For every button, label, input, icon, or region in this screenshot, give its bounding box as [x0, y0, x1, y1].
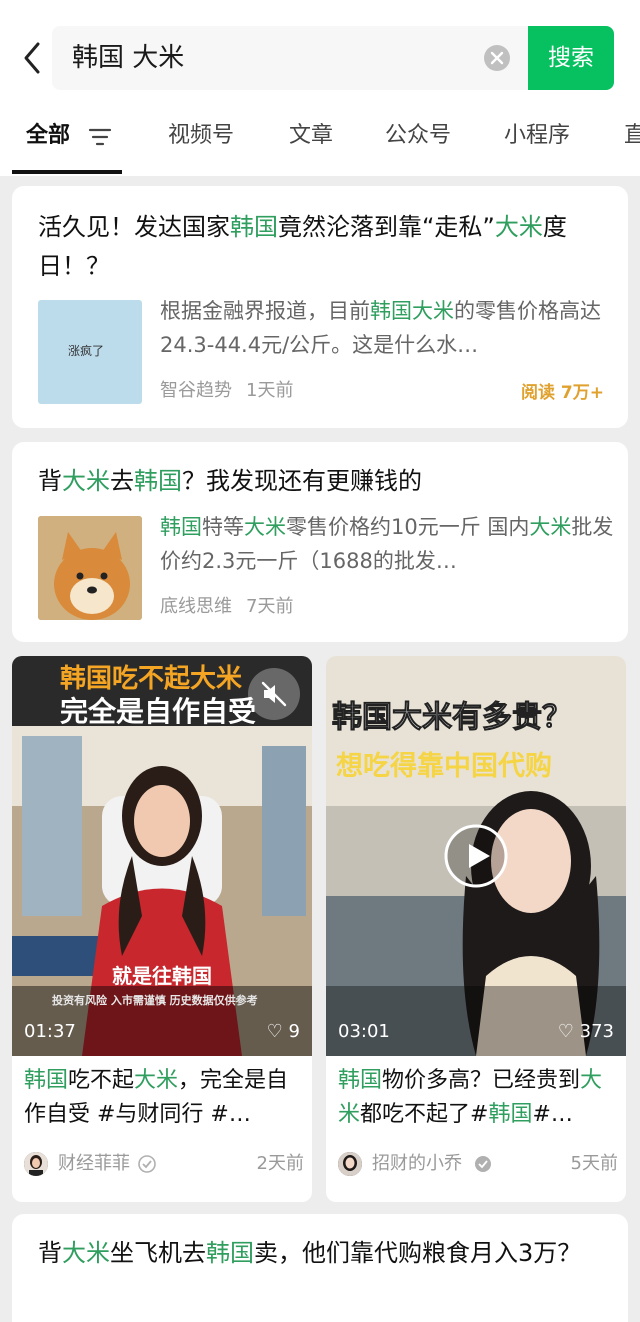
search-input[interactable]: 韩国 大米 [52, 26, 528, 90]
heart-icon: ♡ [557, 1021, 574, 1042]
filter-icon[interactable] [88, 126, 112, 148]
video-author[interactable]: 财经菲菲 [58, 1152, 130, 1176]
tab-channels[interactable]: 视频号 [168, 120, 234, 152]
article-source[interactable]: 智谷趋势 [160, 380, 232, 401]
article-title[interactable]: 背大米坐飞机去韩国卖，他们靠代购粮食月入3万？ [38, 1234, 618, 1273]
video-card[interactable]: 韩国大米有多贵？ 想吃得靠中国代购 03:01 ♡ 373 韩国物价多高？已经贵… [326, 656, 626, 1202]
video-thumbnail[interactable]: 韩国大米有多贵？ 想吃得靠中国代购 03:01 ♡ 373 [326, 656, 626, 1056]
thumbnail-caption: 涨疯了 [68, 344, 105, 358]
video-author[interactable]: 招财的小乔 [372, 1152, 462, 1176]
tab-official-accounts[interactable]: 公众号 [385, 120, 451, 152]
article-meta: 底线思维 7天前 [160, 592, 307, 618]
video-title[interactable]: 韩国物价多高？已经贵到大米都吃不起了#韩国#… [338, 1064, 618, 1132]
mute-icon[interactable] [260, 680, 288, 708]
read-count: 阅读 7万+ [521, 383, 604, 403]
clear-icon[interactable] [484, 45, 510, 71]
video-likes: ♡ 9 [266, 1021, 300, 1042]
tab-articles[interactable]: 文章 [289, 120, 333, 152]
avatar[interactable] [338, 1152, 362, 1176]
article-card[interactable]: 活久见！发达国家韩国竟然沦落到靠“走私”大米度日！？ 涨疯了 根据金融界报道，目… [12, 186, 628, 428]
video-meta: 招财的小乔 5天前 [338, 1150, 618, 1180]
article-source[interactable]: 底线思维 [160, 596, 232, 617]
video-thumbnail[interactable]: 韩国吃不起大米 完全是自作自受 就是往韩国 投资有风险 入市需谨慎 历史数据仅供… [12, 656, 312, 1056]
video-card[interactable]: 韩国吃不起大米 完全是自作自受 就是往韩国 投资有风险 入市需谨慎 历史数据仅供… [12, 656, 312, 1202]
article-thumbnail [38, 516, 142, 620]
video-time: 5天前 [570, 1153, 618, 1174]
verified-icon [475, 1156, 491, 1172]
tab-all[interactable]: 全部 [26, 120, 70, 152]
article-snippet: 根据金融界报道，目前韩国大米的零售价格高达24.3-44.4元/公斤。这是什么水… [160, 299, 601, 357]
video-duration: 01:37 [24, 1021, 76, 1042]
active-tab-indicator [12, 170, 122, 174]
article-time: 1天前 [246, 380, 294, 401]
video-overlay-subtitle: 完全是自作自受 [60, 695, 257, 728]
article-card[interactable]: 背大米坐飞机去韩国卖，他们靠代购粮食月入3万？ [12, 1214, 628, 1322]
tab-mini-programs[interactable]: 小程序 [504, 120, 570, 152]
article-card[interactable]: 背大米去韩国？我发现还有更赚钱的 韩国特等大米零售价格约10元一斤 国内大米批发… [12, 442, 628, 642]
article-title[interactable]: 活久见！发达国家韩国竟然沦落到靠“走私”大米度日！？ [38, 208, 598, 286]
article-title[interactable]: 背大米去韩国？我发现还有更赚钱的 [38, 462, 598, 501]
back-arrow-icon[interactable] [18, 40, 48, 76]
video-disclaimer: 投资有风险 入市需谨慎 历史数据仅供参考 [52, 994, 258, 1007]
avatar[interactable] [24, 1152, 48, 1176]
category-tabs: 全部 视频号 文章 公众号 小程序 直 [0, 108, 640, 176]
article-time: 7天前 [246, 596, 294, 617]
play-icon[interactable] [444, 824, 508, 888]
search-header: 韩国 大米 搜索 [0, 0, 640, 118]
video-title[interactable]: 韩国吃不起大米，完全是自作自受 #与财同行 #… [24, 1064, 304, 1132]
video-time: 2天前 [256, 1153, 304, 1174]
video-overlay-title: 韩国大米有多贵？ [332, 700, 573, 736]
video-meta: 财经菲菲 2天前 [24, 1150, 304, 1180]
video-duration: 03:01 [338, 1021, 390, 1042]
article-meta: 智谷趋势 1天前 [160, 376, 307, 402]
search-button[interactable]: 搜索 [528, 26, 614, 90]
article-thumbnail: 涨疯了 [38, 300, 142, 404]
shiba-dog-image [38, 516, 142, 620]
verified-icon [138, 1155, 156, 1173]
search-query[interactable]: 韩国 大米 [72, 40, 184, 76]
video-overlay-subtitle: 想吃得靠中国代购 [336, 751, 552, 782]
heart-icon: ♡ [266, 1021, 283, 1042]
article-snippet: 韩国特等大米零售价格约10元一斤 国内大米批发价约2.3元一斤（1688的批发… [160, 515, 614, 573]
tab-live[interactable]: 直 [624, 120, 640, 152]
video-likes: ♡ 373 [557, 1021, 614, 1042]
video-subtitle-caption: 就是往韩国 [112, 964, 212, 988]
